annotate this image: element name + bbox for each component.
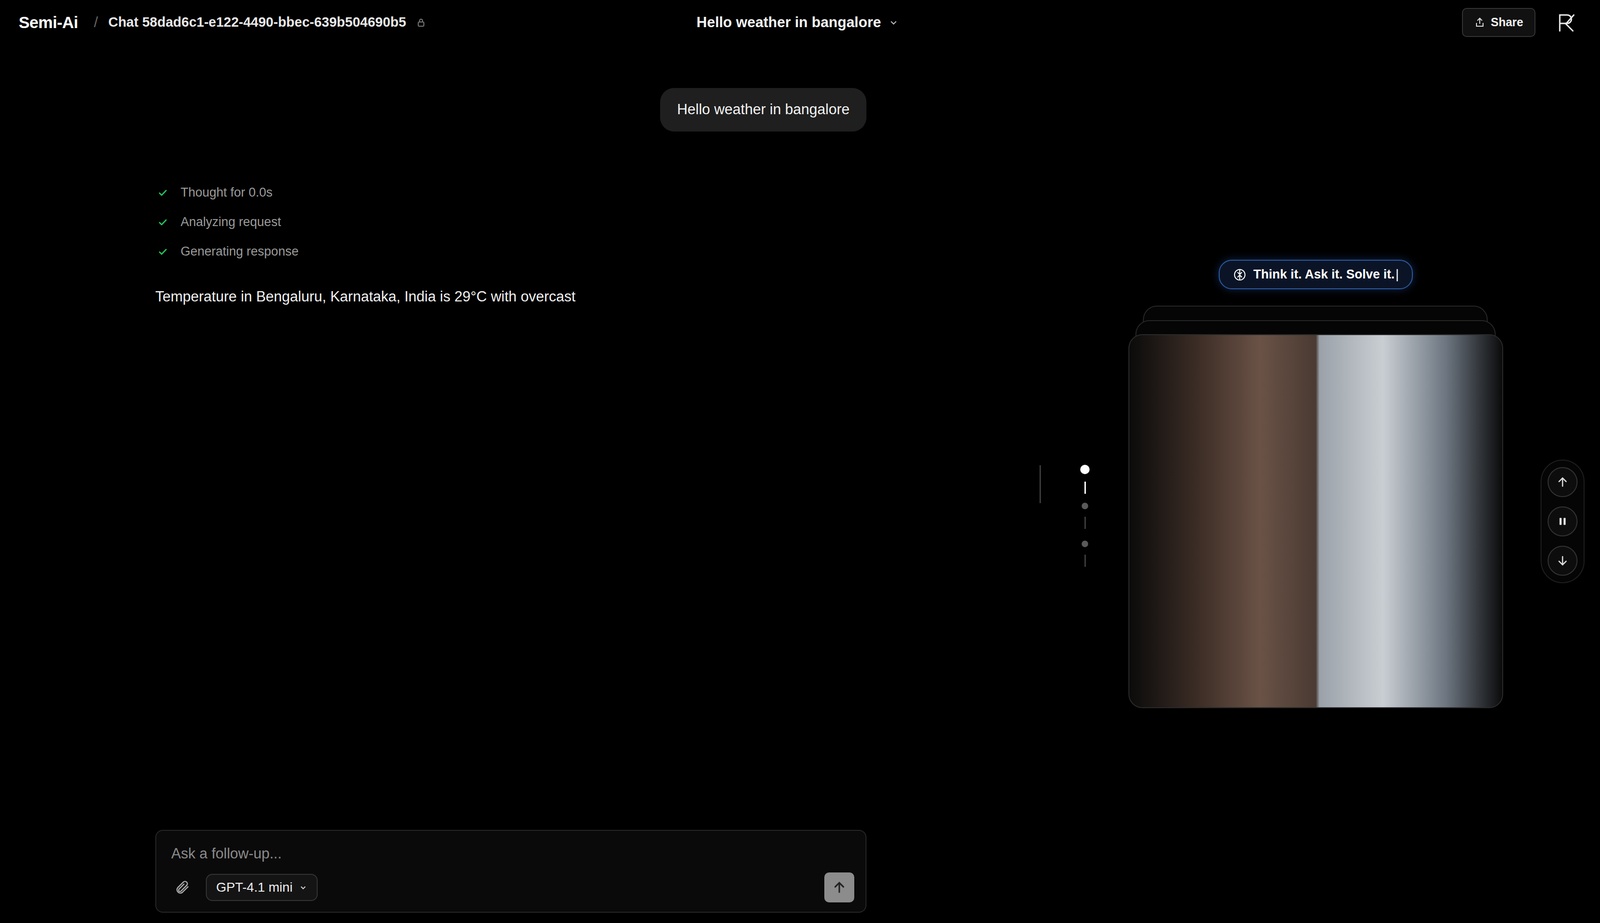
check-icon (157, 246, 169, 258)
conversation-switcher[interactable]: Hello weather in bangalore (696, 11, 899, 34)
check-icon (157, 187, 169, 199)
typing-cursor: | (1395, 267, 1399, 282)
assistant-response: Temperature in Bengaluru, Karnataka, Ind… (155, 286, 867, 307)
share-icon[interactable] (1474, 16, 1486, 29)
showcase-image (1128, 334, 1504, 708)
app-logo-icon[interactable] (1556, 12, 1577, 33)
slide-indicator (1078, 464, 1092, 579)
step-item: Analyzing request (155, 207, 867, 237)
slide-dot-item[interactable] (1081, 502, 1089, 541)
pause-icon[interactable] (1556, 515, 1569, 528)
step-label: Generating response (180, 241, 299, 262)
chevron-down-icon[interactable] (298, 882, 308, 892)
slide-dot-line (1084, 554, 1086, 567)
showcase-panel: Think it. Ask it. Solve it.| (866, 44, 1600, 923)
model-selector[interactable]: GPT-4.1 mini (205, 873, 318, 901)
slide-dot-item[interactable] (1081, 540, 1089, 579)
message-list: Hello weather in bangalore Thought for 0… (155, 44, 867, 830)
lock-icon (416, 17, 426, 28)
chat-title: Chat 58dad6c1-e122-4490-bbec-639b504690b… (108, 12, 407, 33)
slide-dot-line (1084, 481, 1086, 494)
brain-icon (1232, 267, 1247, 282)
divider-line (1039, 465, 1041, 503)
chevron-down-icon[interactable] (888, 17, 899, 28)
check-icon (157, 216, 169, 228)
share-button[interactable]: Share (1461, 7, 1536, 37)
slide-dot[interactable] (1080, 464, 1090, 474)
previous-button[interactable] (1547, 466, 1578, 497)
arrow-up-icon[interactable] (1556, 475, 1569, 488)
step-item: Thought for 0.0s (155, 177, 867, 208)
share-label[interactable]: Share (1490, 13, 1524, 32)
step-list: Thought for 0.0s Analyzing request Generat… (155, 177, 867, 267)
composer: GPT-4.1 mini (155, 829, 867, 913)
breadcrumb-separator: / (94, 11, 99, 34)
slide-dot[interactable] (1081, 502, 1089, 510)
arrow-down-icon[interactable] (1556, 554, 1569, 567)
user-message: Hello weather in bangalore (660, 87, 867, 132)
slide-dot-item[interactable] (1080, 464, 1090, 503)
card-stack (1128, 305, 1504, 708)
message-input[interactable] (171, 842, 855, 865)
model-label[interactable]: GPT-4.1 mini (216, 877, 293, 897)
step-item: Generating response (155, 236, 867, 267)
tagline-badge: Think it. Ask it. Solve it.| (1218, 259, 1413, 290)
top-bar: Semi-Ai / Chat 58dad6c1-e122-4490-bbec-6… (0, 0, 1600, 45)
slide-controls (1540, 459, 1585, 583)
slide-dot-line (1084, 516, 1086, 529)
showcase: Think it. Ask it. Solve it.| (1128, 259, 1504, 708)
arrow-up-icon[interactable] (832, 880, 847, 895)
next-button[interactable] (1547, 545, 1578, 576)
slide-dot[interactable] (1081, 540, 1089, 547)
step-label: Analyzing request (180, 212, 282, 232)
send-button[interactable] (824, 872, 855, 902)
brand-logo[interactable]: Semi-Ai (18, 10, 79, 36)
chat-pane: Hello weather in bangalore Thought for 0… (155, 44, 867, 923)
step-label: Thought for 0.0s (180, 182, 273, 203)
main-area: Hello weather in bangalore Thought for 0… (0, 44, 1600, 923)
paperclip-icon[interactable] (174, 879, 190, 895)
tagline-text: Think it. Ask it. Solve it. (1253, 267, 1395, 282)
conversation-title[interactable]: Hello weather in bangalore (696, 11, 881, 34)
pause-button[interactable] (1547, 506, 1578, 537)
